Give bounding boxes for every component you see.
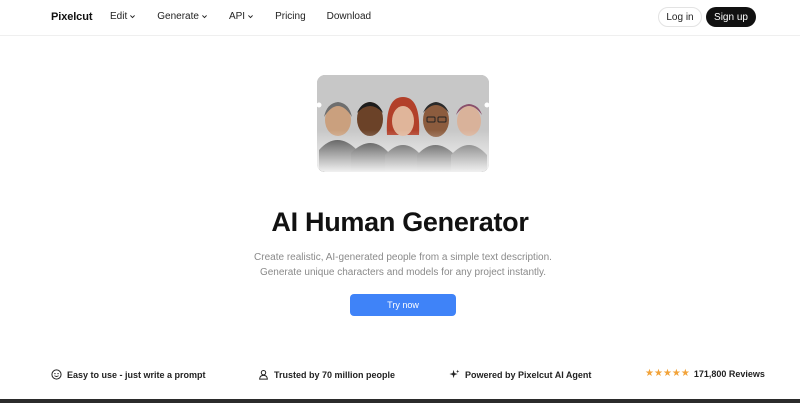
user-icon xyxy=(259,369,268,380)
menu-item-generate[interactable]: Generate xyxy=(157,11,208,22)
menu-item-api[interactable]: API xyxy=(229,11,254,22)
feature-easy-to-use: Easy to use - just write a prompt xyxy=(51,369,206,380)
menu-item-label: Edit xyxy=(110,11,128,22)
main-menu: Edit Generate API Pricing Download xyxy=(110,11,392,22)
reviews-count: 171,800 Reviews xyxy=(693,369,765,379)
feature-powered-by: Powered by Pixelcut AI Agent xyxy=(449,369,591,380)
star-rating: ★ ★ ★ ★ ★ xyxy=(645,369,690,379)
login-button[interactable]: Log in xyxy=(658,7,702,27)
star-icon: ★ xyxy=(653,368,663,379)
sparkle-icon xyxy=(449,369,460,379)
menu-item-label: Download xyxy=(326,11,372,22)
menu-item-edit[interactable]: Edit xyxy=(110,11,136,22)
reviews-rating[interactable]: ★ ★ ★ ★ ★ 171,800 Reviews xyxy=(645,369,765,380)
signup-button[interactable]: Sign up xyxy=(706,7,756,27)
try-now-button[interactable]: Try now xyxy=(350,294,456,316)
smiley-icon xyxy=(51,369,62,380)
star-icon: ★ xyxy=(645,368,654,379)
page-bottom-border xyxy=(0,399,800,403)
chevron-down-icon xyxy=(201,15,207,19)
hero-subtitle: Create realistic, AI-generated people fr… xyxy=(0,250,800,280)
feature-label: Trusted by 70 million people xyxy=(274,369,396,380)
feature-label: Easy to use - just write a prompt xyxy=(67,369,206,380)
chevron-down-icon xyxy=(248,15,254,19)
top-navbar: Pixelcut Edit Generate API Pricing Downl… xyxy=(0,0,800,36)
feature-label: Powered by Pixelcut AI Agent xyxy=(465,369,592,380)
menu-item-pricing[interactable]: Pricing xyxy=(275,11,306,22)
menu-item-label: Generate xyxy=(157,11,199,22)
pixelcut-logo[interactable]: Pixelcut xyxy=(51,11,92,23)
chevron-down-icon xyxy=(130,15,136,19)
star-icon: ★ xyxy=(671,368,681,379)
star-icon: ★ xyxy=(662,368,672,379)
feature-trusted: Trusted by 70 million people xyxy=(258,369,395,380)
menu-item-download[interactable]: Download xyxy=(327,11,371,22)
portraits-illustration xyxy=(317,75,489,172)
ai-human-portraits-image xyxy=(317,75,489,172)
subtitle-line-1: Create realistic, AI-generated people fr… xyxy=(254,252,552,263)
menu-item-label: API xyxy=(228,11,246,22)
star-icon: ★ xyxy=(680,368,690,379)
subtitle-line-2: Generate unique characters and models fo… xyxy=(259,267,547,278)
page-title: AI Human Generator xyxy=(271,207,529,237)
menu-item-label: Pricing xyxy=(275,11,306,22)
